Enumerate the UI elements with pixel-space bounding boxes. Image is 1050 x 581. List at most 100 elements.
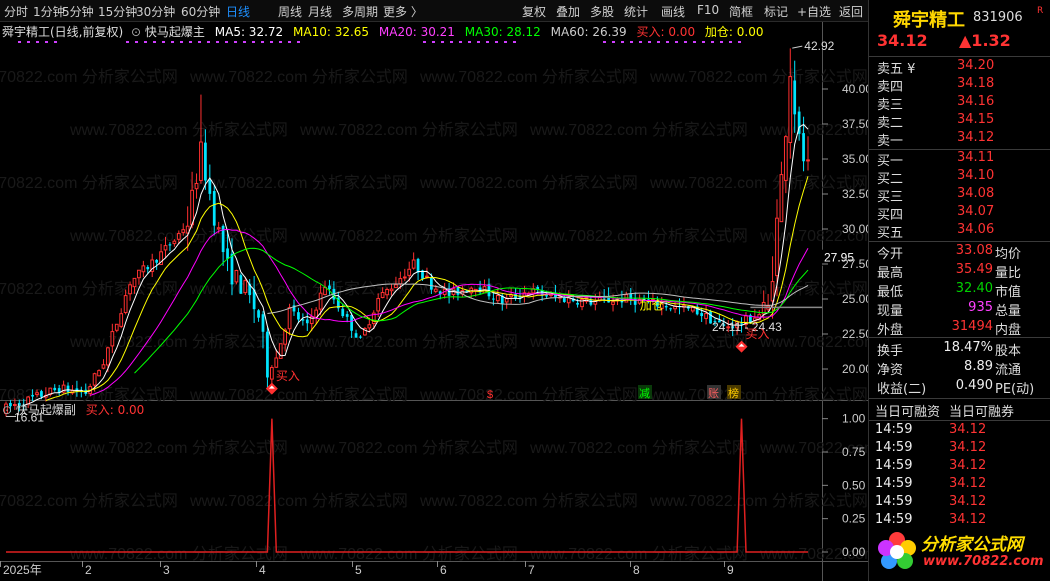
tool-button-6[interactable]: 简框 xyxy=(729,3,753,20)
signal-dot xyxy=(234,41,237,43)
candle-body xyxy=(132,277,137,288)
bid-row: 买三 34.08 xyxy=(869,186,1050,205)
signal-dot xyxy=(261,41,264,43)
x-tick-label: 2025年 xyxy=(3,563,42,577)
tool-button-8[interactable]: +自选 xyxy=(797,3,831,20)
indicator-name[interactable]: 快马起爆主 xyxy=(145,25,205,39)
period-tab-4[interactable]: 30分钟 xyxy=(136,3,175,20)
ask-price: 34.20 xyxy=(957,58,995,73)
watermark-text: www.70822.com 分析家公式网 xyxy=(419,492,638,510)
tool-button-9[interactable]: 返回 xyxy=(839,3,863,20)
signal-dot xyxy=(630,41,633,43)
candle-body xyxy=(473,288,478,291)
signal-dot xyxy=(603,41,606,43)
watermark-text: www.70822.com 分析家公式网 xyxy=(649,280,868,298)
sub-tick-label: 0.50 xyxy=(842,478,866,492)
signal-dot xyxy=(720,41,723,43)
indicator-settings-icon[interactable]: ⊙ xyxy=(131,25,141,39)
tick-row: 14:59 34.12 xyxy=(869,512,1050,530)
signal-dot xyxy=(162,41,165,43)
stat-label: 现量 xyxy=(877,304,904,319)
bid-label: 买一 xyxy=(877,154,904,169)
signal-dot xyxy=(477,41,480,43)
period-tab-5[interactable]: 60分钟 xyxy=(181,3,220,20)
tick-price: 34.12 xyxy=(949,458,987,473)
watermark-text: www.70822.com 分析家公式网 xyxy=(649,174,868,192)
candle-body xyxy=(385,288,389,296)
ma5-line xyxy=(23,123,809,406)
ma60-value: MA60: 26.39 xyxy=(550,25,627,39)
stat-label: 最高 xyxy=(877,266,904,281)
tool-button-4[interactable]: 画线 xyxy=(661,3,685,20)
tool-button-1[interactable]: 叠加 xyxy=(556,3,580,20)
ma30-value: MA30: 28.12 xyxy=(464,25,541,39)
period-tab-3[interactable]: 15分钟 xyxy=(98,3,137,20)
signal-dot xyxy=(252,41,255,43)
period-tab-6[interactable]: 日线 xyxy=(226,3,250,20)
x-tick-label: 5 xyxy=(355,563,362,577)
logo-url: www.70822.com xyxy=(923,554,1044,569)
ask-row: 卖一 34.12 xyxy=(869,130,1050,149)
candle-body xyxy=(297,312,300,320)
period-tab-1[interactable]: 1分钟 xyxy=(33,3,65,20)
stat-label-2: 量比 xyxy=(995,266,1022,281)
tick-row: 14:59 34.12 xyxy=(869,422,1050,440)
tool-button-5[interactable]: F10 xyxy=(697,3,719,17)
signal-dot xyxy=(297,41,300,43)
candle-body xyxy=(775,217,779,277)
period-tab-7[interactable]: 周线 xyxy=(278,3,302,20)
signal-dot xyxy=(612,41,615,43)
period-tab-8[interactable]: 月线 xyxy=(308,3,332,20)
signal-dot xyxy=(45,41,48,43)
period-toolbar: 分时 1分钟 5分钟 15分钟 30分钟 60分钟 日线 周线 月线 多周期 更多 〉 复权 叠加 多股统… xyxy=(0,0,868,22)
rzrq-flag: R xyxy=(1037,6,1044,16)
period-tab-0[interactable]: 分时 xyxy=(4,3,28,20)
sub-indicator-name[interactable]: 快马起爆副 xyxy=(16,403,76,417)
period-tab-2[interactable]: 5分钟 xyxy=(62,3,94,20)
stat-value: 32.40 xyxy=(955,281,993,296)
stat-label-2: 总量 xyxy=(995,304,1022,319)
tick-time: 14:59 xyxy=(875,494,913,509)
stock-code: 831906 xyxy=(973,10,1023,25)
tool-button-3[interactable]: 统计 xyxy=(624,3,648,20)
candle-body xyxy=(456,287,460,295)
period-tab-9[interactable]: 多周期 xyxy=(342,3,378,20)
quote-panel: 舜宇精工 831906 R 34.12 ▲1.32 当日可融资 当日可融券 分析… xyxy=(868,0,1050,581)
watermark-text: www.70822.com 分析家公式网 xyxy=(299,545,518,563)
ask-row: 卖五 ¥ 34.20 xyxy=(869,58,1050,77)
tool-button-0[interactable]: 复权 xyxy=(522,3,546,20)
candle-body xyxy=(146,266,150,270)
watermark-text: www.70822.com 分析家公式网 xyxy=(419,174,638,192)
tool-button-2[interactable]: 多股 xyxy=(590,3,614,20)
buy-value: 买入: 0.00 xyxy=(636,25,696,39)
sub-tick-label: 0.25 xyxy=(842,512,866,526)
margin-sell-header: 当日可融券 xyxy=(949,405,1015,420)
stock-title: 舜宇精工(日线,前复权) xyxy=(2,25,124,39)
candle-body xyxy=(261,314,265,332)
period-tab-10[interactable]: 更多 〉 xyxy=(383,3,423,20)
signal-dot xyxy=(126,41,129,43)
bid-label: 买四 xyxy=(877,208,904,223)
stat-value: 935 xyxy=(968,300,993,315)
kline-chart[interactable]: www.70822.com 分析家公式网 www.70822.com 分析家公式网… xyxy=(0,22,868,581)
bid-row: 买一 34.11 xyxy=(869,150,1050,169)
candle-body xyxy=(429,277,433,290)
signal-dot xyxy=(639,41,642,43)
tool-button-7[interactable]: 标记 xyxy=(764,3,788,20)
candle-body xyxy=(305,319,309,324)
tick-price: 34.12 xyxy=(949,422,987,437)
signal-dot xyxy=(441,41,444,43)
logo-text: 分析家公式网 xyxy=(921,535,1023,555)
signal-dot xyxy=(675,41,678,43)
bid-row: 买四 34.07 xyxy=(869,204,1050,223)
candle-body xyxy=(226,248,229,259)
y-tick-label: 20.00 xyxy=(842,362,868,376)
signal-dot xyxy=(288,41,291,43)
candle-body xyxy=(274,357,279,368)
sub-indicator-settings-icon[interactable]: ⊙ xyxy=(2,403,12,417)
watermark-text: www.70822.com 分析家公式网 xyxy=(649,492,868,510)
candle-body xyxy=(328,285,331,290)
ma5-value: MA5: 32.72 xyxy=(214,25,284,39)
site-logo: 分析家公式网 www.70822.com xyxy=(869,524,1050,581)
candle-body xyxy=(354,333,358,338)
